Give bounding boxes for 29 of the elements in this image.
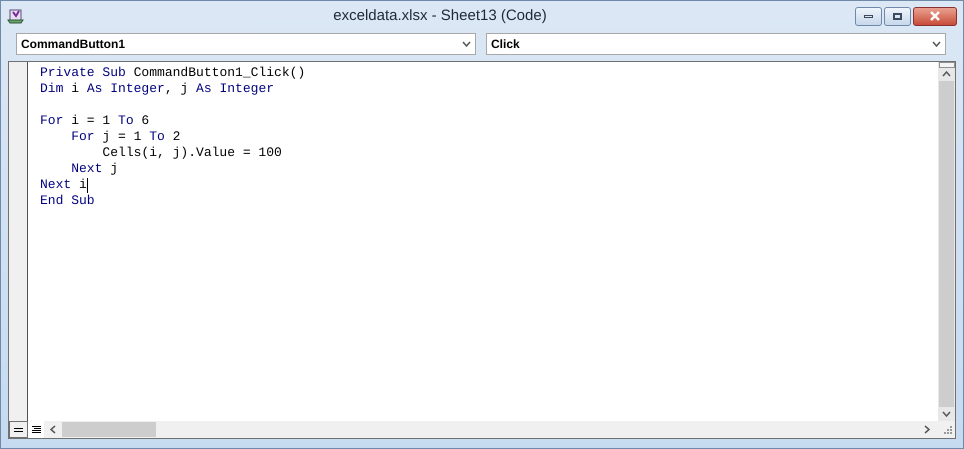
procedure-dropdown[interactable]: Click (486, 33, 946, 55)
scroll-right-icon[interactable] (924, 425, 930, 434)
scroll-down-icon[interactable] (942, 411, 951, 417)
code-line: For j = 1 To 2 (70, 129, 180, 145)
scroll-up-icon[interactable] (942, 71, 951, 77)
code-line: End Sub (40, 193, 95, 209)
scroll-left-icon[interactable] (50, 425, 56, 434)
split-bar[interactable] (938, 62, 954, 68)
minimize-button[interactable] (855, 6, 882, 26)
vertical-scrollbar[interactable] (938, 62, 955, 421)
code-line: Next j (70, 161, 118, 177)
close-icon (929, 11, 941, 21)
resize-grip-icon[interactable] (944, 426, 952, 434)
code-line: For i = 1 To 6 (40, 113, 150, 129)
maximize-button[interactable] (884, 6, 911, 26)
code-line: Next i (40, 177, 87, 193)
window-title: exceldata.xlsx - Sheet13 (Code) (333, 6, 547, 26)
object-dropdown[interactable]: CommandButton1 (16, 33, 476, 55)
horizontal-scroll-thumb[interactable] (62, 422, 156, 437)
procedure-view-button[interactable] (9, 421, 28, 438)
code-line: Cells(i, j).Value = 100 (101, 145, 282, 161)
code-line: Dim i As Integer, j As Integer (40, 81, 274, 97)
code-line: Private Sub CommandButton1_Click() (40, 65, 306, 81)
full-module-view-button[interactable] (28, 421, 44, 438)
scroll-thumb[interactable] (939, 81, 954, 407)
chevron-down-icon (932, 41, 941, 47)
vba-module-icon (7, 8, 25, 24)
close-button[interactable] (913, 6, 957, 26)
chevron-down-icon (462, 41, 471, 47)
